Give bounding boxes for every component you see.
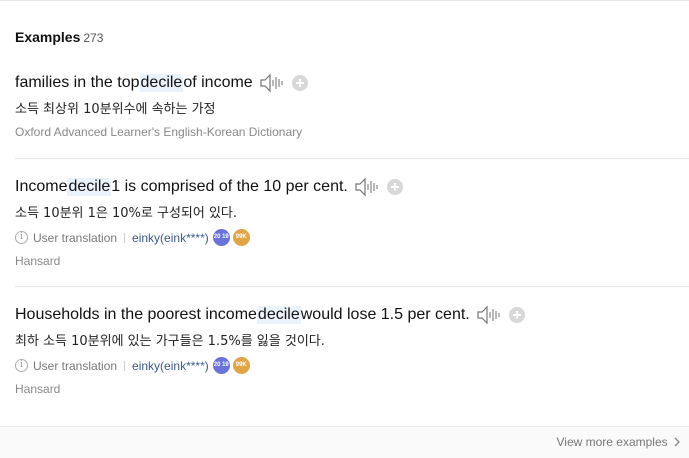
view-more-examples-link[interactable]: View more examples (556, 435, 681, 449)
example-item: families in the top decile of income 소득 … (15, 72, 689, 139)
highlighted-word[interactable]: decile (139, 74, 184, 92)
view-more-label: View more examples (556, 435, 668, 449)
translation-type: User translation (33, 358, 118, 373)
sentence-text: Households in the poorest income (15, 306, 257, 323)
add-to-wordbook-icon[interactable] (386, 179, 403, 195)
example-sentence: Households in the poorest income decile … (15, 304, 689, 326)
speaker-icon[interactable] (354, 177, 378, 197)
info-icon[interactable]: i (15, 359, 28, 372)
chevron-right-icon (674, 437, 680, 447)
example-item: Income decile 1 is comprised of the 10 p… (15, 158, 689, 268)
speaker-icon[interactable] (259, 73, 283, 93)
example-sentence: Income decile 1 is comprised of the 10 p… (15, 176, 689, 198)
examples-count: 273 (83, 31, 104, 45)
sentence-text: families in the top (15, 74, 140, 91)
sentence-text: would lose 1.5 per cent. (300, 306, 470, 323)
points-badge-icon: 99K (232, 229, 250, 246)
examples-footer: View more examples (0, 426, 689, 458)
translation-meta: i User translation einky(eink****) 20 19… (15, 357, 689, 374)
speaker-icon[interactable] (476, 305, 500, 325)
example-source: Hansard (15, 254, 61, 268)
example-source: Hansard (15, 382, 61, 396)
rank-badge-icon: 20 19 (212, 229, 230, 246)
example-translation: 소득 10분위 1은 10%로 구성되어 있다. (15, 206, 238, 221)
meta-divider (124, 232, 126, 243)
sentence-text: of income (183, 74, 253, 91)
example-sentence: families in the top decile of income (15, 72, 689, 94)
highlighted-word[interactable]: decile (67, 178, 112, 196)
add-to-wordbook-icon[interactable] (291, 75, 308, 91)
add-to-wordbook-icon[interactable] (508, 307, 525, 323)
sentence-text: Income (15, 178, 68, 195)
rank-badge-icon: 20 19 (212, 357, 230, 374)
highlighted-word[interactable]: decile (256, 306, 301, 324)
example-translation: 소득 최상위 10분위수에 속하는 가정 (15, 102, 216, 117)
user-link[interactable]: einky(eink****) (132, 231, 209, 245)
info-icon[interactable]: i (15, 231, 28, 244)
example-item: Households in the poorest income decile … (15, 286, 689, 396)
meta-divider (124, 360, 126, 371)
user-link[interactable]: einky(eink****) (132, 359, 209, 373)
top-divider (0, 0, 689, 1)
translation-meta: i User translation einky(eink****) 20 19… (15, 229, 689, 246)
examples-title: Examples (15, 29, 81, 45)
example-translation: 최하 소득 10분위에 있는 가구들은 1.5%를 잃을 것이다. (15, 334, 325, 349)
example-source: Oxford Advanced Learner's English-Korean… (15, 125, 303, 139)
translation-type: User translation (33, 230, 118, 245)
sentence-text: 1 is comprised of the 10 per cent. (111, 178, 348, 195)
examples-header: Examples 273 (15, 29, 103, 45)
points-badge-icon: 99K (232, 357, 250, 374)
